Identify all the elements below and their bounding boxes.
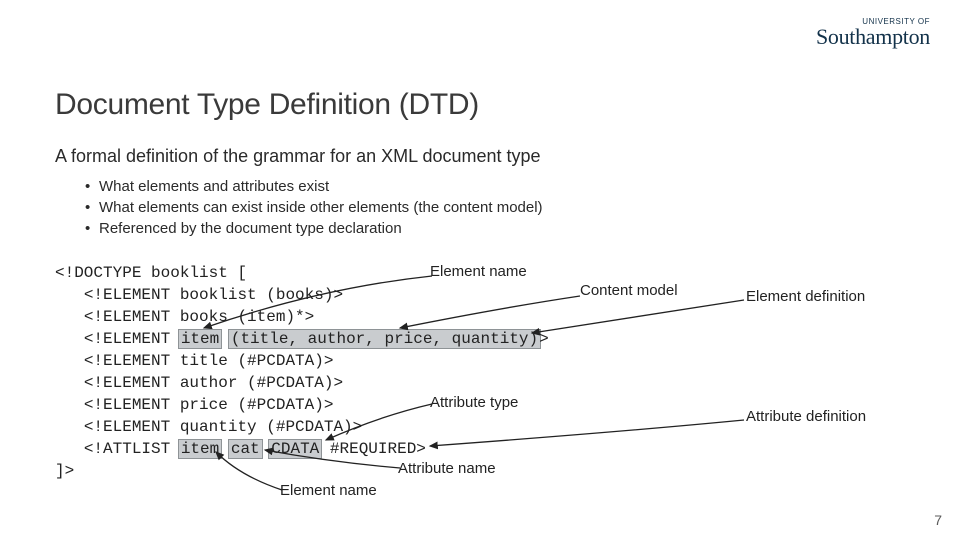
label-attribute-name: Attribute name: [398, 460, 496, 477]
code-line: <!ELEMENT booklist (books)>: [84, 286, 343, 304]
code-line: <!ELEMENT title (#PCDATA)>: [84, 352, 334, 370]
code-line: <!ELEMENT author (#PCDATA)>: [84, 374, 343, 392]
logo-name: Southampton: [816, 26, 930, 48]
label-element-name-top: Element name: [430, 263, 527, 280]
code-line: ]>: [55, 462, 74, 480]
slide-subtitle: A formal definition of the grammar for a…: [55, 146, 541, 167]
label-attribute-type: Attribute type: [430, 394, 518, 411]
bullet-item: •What elements and attributes exist: [85, 178, 543, 195]
label-content-model: Content model: [580, 282, 678, 299]
bullet-text: What elements can exist inside other ele…: [99, 199, 543, 216]
bullet-list: •What elements and attributes exist •Wha…: [85, 178, 543, 241]
slide-title: Document Type Definition (DTD): [55, 88, 479, 122]
bullet-item: •What elements can exist inside other el…: [85, 199, 543, 216]
code-line-prefix: <!ELEMENT: [84, 330, 180, 348]
university-logo: UNIVERSITY OF Southampton: [816, 18, 930, 48]
bullet-text: What elements and attributes exist: [99, 178, 329, 195]
label-element-definition: Element definition: [746, 288, 865, 305]
page-number: 7: [934, 512, 942, 528]
highlight-content-model: (title, author, price, quantity): [228, 329, 541, 349]
bullet-item: •Referenced by the document type declara…: [85, 220, 543, 237]
highlight-attribute-name: cat: [228, 439, 263, 459]
highlight-attlist-element-name: item: [178, 439, 222, 459]
label-attribute-definition: Attribute definition: [746, 408, 866, 425]
slide: UNIVERSITY OF Southampton Document Type …: [0, 0, 960, 540]
code-line: <!ELEMENT books (item)*>: [84, 308, 314, 326]
code-line: <!ELEMENT quantity (#PCDATA)>: [84, 418, 362, 436]
bullet-text: Referenced by the document type declarat…: [99, 220, 402, 237]
dtd-code-block: <!DOCTYPE booklist [ <!ELEMENT booklist …: [55, 262, 549, 482]
code-line: <!ELEMENT price (#PCDATA)>: [84, 396, 334, 414]
code-line: <!DOCTYPE booklist [: [55, 264, 247, 282]
code-line-prefix: <!ATTLIST: [84, 440, 180, 458]
highlight-attribute-type: CDATA: [268, 439, 322, 459]
label-element-name-bottom: Element name: [280, 482, 377, 499]
highlight-element-name-item: item: [178, 329, 222, 349]
